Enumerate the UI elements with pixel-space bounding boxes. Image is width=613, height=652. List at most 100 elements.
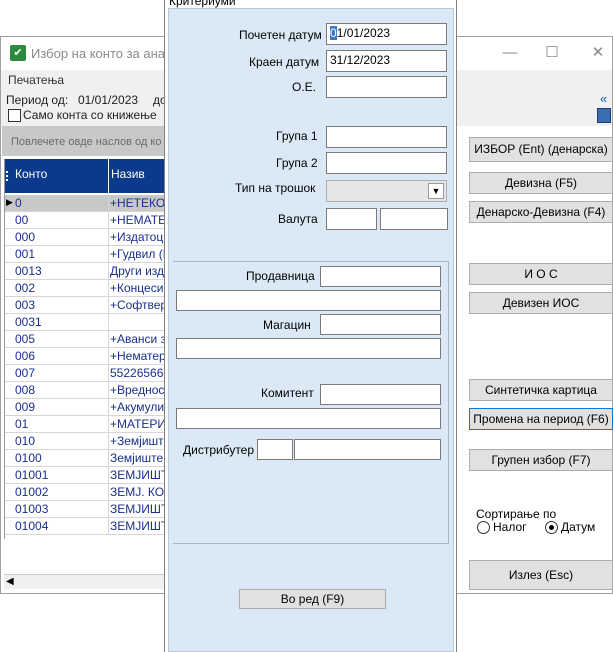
table-row[interactable]: 007 552265662 <box>5 365 167 382</box>
table-row[interactable]: 01001 ЗЕМЈИШТЕ <box>5 467 167 484</box>
denar-foreign-button[interactable]: Денарско-Девизна (F4) <box>469 201 613 223</box>
table-row[interactable]: 0100 Земјиште <box>5 450 167 467</box>
end-date-input[interactable]: 31/12/2023 <box>326 50 447 72</box>
store-code-input[interactable] <box>320 266 441 287</box>
distributor-code-input[interactable] <box>257 439 293 460</box>
app-icon: ✔ <box>10 45 26 61</box>
cell-naziv: +Аванси за <box>110 332 167 346</box>
cell-naziv: +Гудвил (Го <box>110 247 167 261</box>
table-row[interactable]: 001 +Гудвил (Го <box>5 246 167 263</box>
section-divider <box>173 261 449 262</box>
group-by-panel[interactable]: Повлечете овде наслов од ко <box>2 126 166 156</box>
exit-button[interactable]: Излез (Esc) <box>469 560 613 590</box>
distributor-label: Дистрибутер <box>183 443 255 457</box>
oe-input[interactable] <box>326 76 447 98</box>
table-row[interactable]: 005 +Аванси за <box>5 331 167 348</box>
collapse-icon[interactable]: « <box>600 91 607 106</box>
chevron-down-icon[interactable]: ▼ <box>428 183 444 199</box>
group1-label: Група 1 <box>276 129 318 143</box>
table-row[interactable]: 01002 ЗЕМЈ. КО К <box>5 484 167 501</box>
cell-naziv: +Издатоци <box>110 230 167 244</box>
ios-button[interactable]: И О С <box>469 263 613 285</box>
select-denar-button[interactable]: ИЗБОР (Ent) (денарска) <box>469 137 613 162</box>
grid-horizontal-scrollbar[interactable]: ◀ <box>4 574 166 589</box>
cell-naziv: +Концесии <box>110 281 167 295</box>
distributor-name-input[interactable] <box>294 439 441 460</box>
dialog-title: Критериуми <box>169 0 236 8</box>
change-period-button[interactable]: Промена на период (F6) <box>469 408 613 430</box>
minimize-button[interactable]: — <box>495 43 525 63</box>
group1-input[interactable] <box>326 126 447 148</box>
menu-print[interactable]: Печатења <box>8 73 64 87</box>
warehouse-code-input[interactable] <box>320 314 441 335</box>
cell-naziv: ЗЕМЈИШТЕ <box>110 502 167 516</box>
group2-input[interactable] <box>326 152 447 174</box>
table-row[interactable]: 01004 ЗЕМЈИШТЕ <box>5 518 167 535</box>
table-row[interactable]: ▶ 0 +НЕТЕКОВ <box>5 195 167 212</box>
cell-konto: 000 <box>15 230 36 244</box>
cell-naziv: +НЕТЕКОВ <box>110 196 167 210</box>
table-row[interactable]: 00 +НЕМАТЕР <box>5 212 167 229</box>
maximize-button[interactable]: ☐ <box>537 43 567 63</box>
cell-naziv: ЗЕМЈИШТЕ <box>110 468 167 482</box>
sort-radio-nalog[interactable] <box>477 521 490 534</box>
table-row[interactable]: 01003 ЗЕМЈИШТЕ <box>5 501 167 518</box>
cell-naziv: Други изда <box>110 264 167 278</box>
close-button[interactable]: ✕ <box>583 43 613 63</box>
criteria-dialog: Критериуми Почетен датум 01/01/2023 Крае… <box>164 0 457 652</box>
period-label: Период од: <box>6 93 69 107</box>
foreign-ios-button[interactable]: Девизен ИОС <box>469 292 613 314</box>
warehouse-name-input[interactable] <box>176 338 441 359</box>
table-row[interactable]: 006 +Нематери <box>5 348 167 365</box>
cell-konto: 00 <box>15 213 29 227</box>
table-row[interactable]: 010 +Земјишта <box>5 433 167 450</box>
table-row[interactable]: 009 +Акумулир <box>5 399 167 416</box>
store-name-input[interactable] <box>176 290 441 311</box>
cell-konto: 007 <box>15 366 36 380</box>
client-code-input[interactable] <box>320 384 441 405</box>
dialog-body: Почетен датум 01/01/2023 Краен датум 31/… <box>168 8 454 652</box>
scroll-left-icon[interactable]: ◀ <box>6 576 14 587</box>
table-row[interactable]: 008 +Вредносн <box>5 382 167 399</box>
grid-menu-icon[interactable] <box>6 171 12 181</box>
cell-konto: 001 <box>15 247 36 261</box>
sort-label: Сортирање по <box>476 507 557 521</box>
column-header-naziv[interactable]: Назив <box>111 167 145 181</box>
sort-radio-datum[interactable] <box>545 521 558 534</box>
cell-konto: 008 <box>15 383 36 397</box>
table-row[interactable]: 0031 <box>5 314 167 331</box>
table-row[interactable]: 002 +Концесии <box>5 280 167 297</box>
cell-konto: 010 <box>15 434 36 448</box>
column-header-konto[interactable]: Конто <box>15 167 47 181</box>
foreign-currency-button[interactable]: Девизна (F5) <box>469 172 613 194</box>
cell-naziv: 552265662 <box>110 366 167 380</box>
cost-type-select[interactable]: ▼ <box>326 180 447 202</box>
currency-label: Валута <box>278 212 318 226</box>
currency-code-input[interactable] <box>326 208 377 230</box>
group2-label: Група 2 <box>276 156 318 170</box>
printer-icon[interactable] <box>597 108 611 123</box>
cell-konto: 0013 <box>15 264 42 278</box>
accounts-grid[interactable]: Конто Назив ▶0 +НЕТЕКОВ 00 +НЕМАТЕР 000 +Изда… <box>4 159 167 539</box>
sort-option-nalog: Налог <box>493 520 527 534</box>
synthetic-card-button[interactable]: Синтетичка картица <box>469 379 613 401</box>
table-row[interactable]: 000 +Издатоци <box>5 229 167 246</box>
period-from-value: 01/01/2023 <box>78 93 139 107</box>
table-row[interactable]: 003 +Софтвер и <box>5 297 167 314</box>
cell-naziv: +Нематери <box>110 349 167 363</box>
group-select-button[interactable]: Групен избор (F7) <box>469 449 613 471</box>
start-date-cursor: 0 <box>330 26 337 40</box>
cell-naziv: +Вредносн <box>110 383 167 397</box>
currency-name-input[interactable] <box>380 208 448 230</box>
cell-konto: 01 <box>15 417 29 431</box>
client-name-input[interactable] <box>176 408 441 429</box>
sort-option-datum: Датум <box>561 520 596 534</box>
only-posted-label: Само конта со книжење <box>23 108 157 122</box>
group-by-hint: Повлечете овде наслов од ко <box>11 136 162 148</box>
ok-button[interactable]: Во ред (F9) <box>239 589 386 609</box>
table-row[interactable]: 0013 Други изда <box>5 263 167 280</box>
table-row[interactable]: 01 +МАТЕРИЈ <box>5 416 167 433</box>
start-date-input[interactable]: 01/01/2023 <box>326 23 447 45</box>
cell-konto: 01004 <box>15 519 49 533</box>
only-posted-checkbox[interactable] <box>8 109 21 122</box>
